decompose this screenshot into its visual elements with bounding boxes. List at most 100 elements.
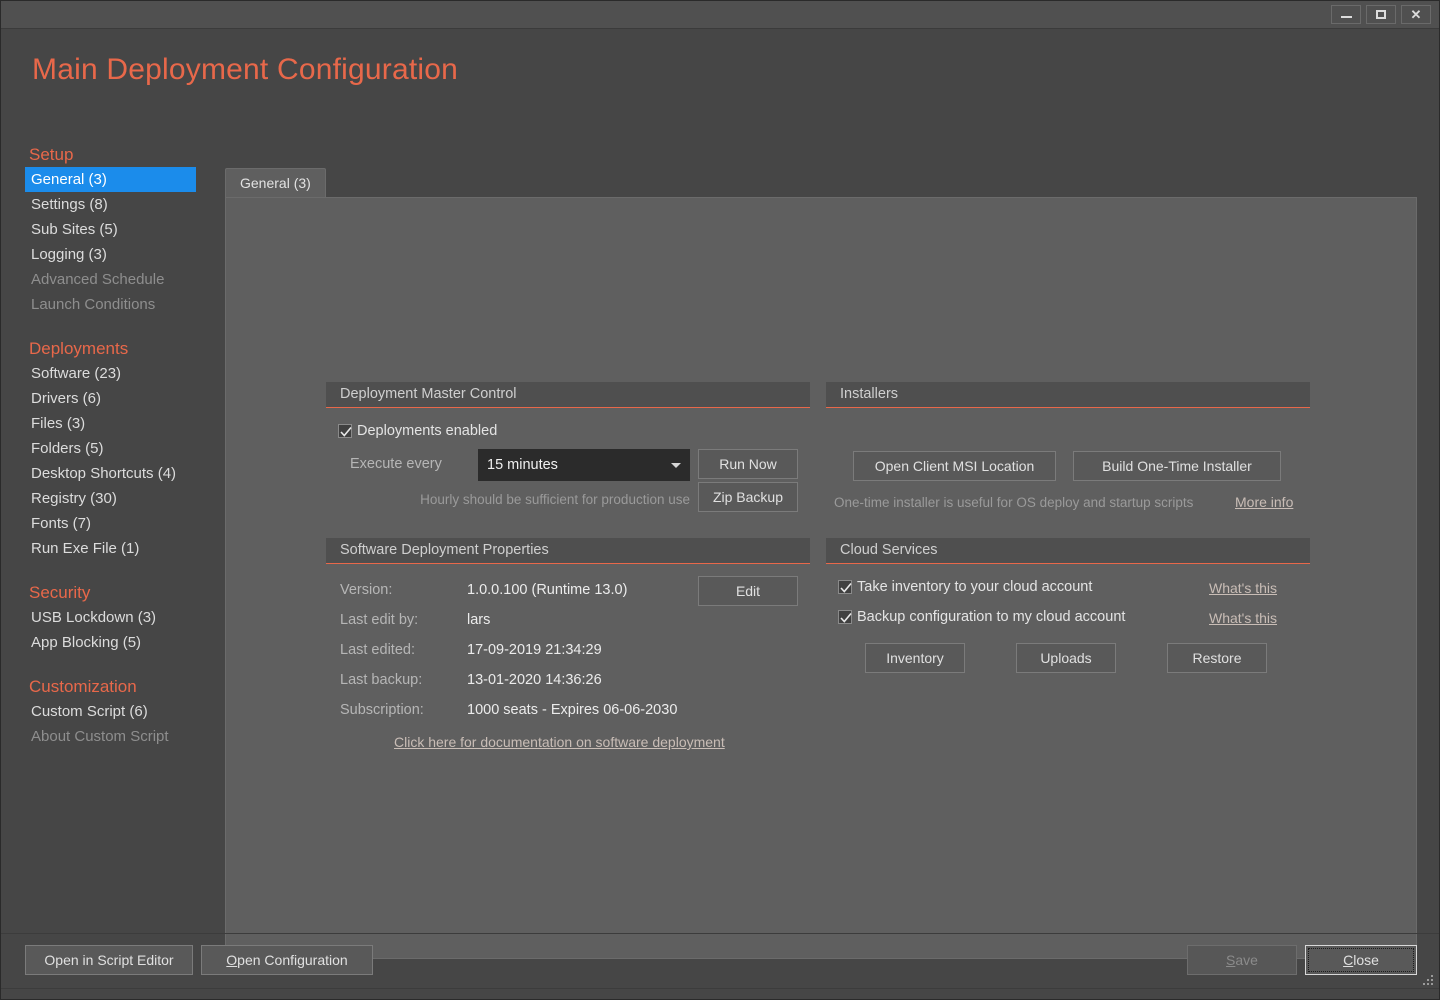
minimize-button[interactable]	[1331, 5, 1361, 24]
deployments-enabled-label: Deployments enabled	[357, 423, 498, 439]
run-now-button[interactable]: Run Now	[698, 449, 798, 479]
whats-this-link-backup[interactable]: What's this	[1209, 610, 1277, 626]
sidebar-item-settings[interactable]: Settings (8)	[25, 192, 215, 217]
sidebar-item-desktop-shortcuts[interactable]: Desktop Shortcuts (4)	[25, 461, 215, 486]
version-label: Version:	[340, 582, 393, 598]
open-configuration-label-rest: pen Configuration	[237, 952, 348, 968]
group-body: Open Client MSI Location Build One-Time …	[826, 408, 1310, 528]
checkmark-icon	[840, 582, 852, 593]
edit-button[interactable]: Edit	[698, 576, 798, 606]
save-label-rest: ave	[1235, 952, 1258, 968]
sidebar-item-registry[interactable]: Registry (30)	[25, 486, 215, 511]
close-window-button[interactable]: ✕	[1401, 5, 1431, 24]
page-title: Main Deployment Configuration	[32, 53, 459, 86]
application-window: ✕ Main Deployment Configuration Setup Ge…	[0, 0, 1440, 1000]
sidebar-item-run-exe-file[interactable]: Run Exe File (1)	[25, 536, 215, 561]
uploads-button[interactable]: Uploads	[1016, 643, 1116, 673]
group-body: Edit Version: 1.0.0.100 (Runtime 13.0) L…	[326, 564, 810, 764]
chevron-down-icon	[671, 463, 681, 468]
sidebar-section-title: Deployments	[29, 339, 129, 358]
backup-configuration-row[interactable]: Backup configuration to my cloud account	[838, 609, 1125, 625]
accelerator-key: O	[226, 952, 238, 968]
close-button[interactable]: Close	[1305, 945, 1417, 975]
maximize-button[interactable]	[1366, 5, 1396, 24]
restore-button[interactable]: Restore	[1167, 643, 1267, 673]
save-button: Save	[1187, 945, 1297, 975]
sidebar-section-title: Setup	[29, 145, 74, 164]
last-backup-value: 13-01-2020 14:36:26	[467, 672, 602, 688]
sidebar-section-title: Security	[29, 583, 91, 602]
minimize-icon	[1340, 16, 1352, 18]
sidebar-item-files[interactable]: Files (3)	[25, 411, 215, 436]
sidebar-item-custom-script[interactable]: Custom Script (6)	[25, 699, 215, 724]
window-body: Main Deployment Configuration Setup Gene…	[1, 29, 1439, 959]
deployments-enabled-row[interactable]: Deployments enabled	[338, 423, 810, 439]
deployments-enabled-checkbox[interactable]	[338, 424, 352, 438]
group-deployment-master-control: Deployment Master Control Deployments en…	[326, 382, 810, 523]
title-bar: ✕	[1, 1, 1439, 29]
close-label-rest: lose	[1353, 952, 1379, 968]
documentation-link[interactable]: Click here for documentation on software…	[394, 734, 725, 750]
sidebar-section-security: Security USB Lockdown (3) App Blocking (…	[25, 579, 215, 655]
sidebar-item-app-blocking[interactable]: App Blocking (5)	[25, 630, 215, 655]
accelerator-key: C	[1343, 952, 1354, 968]
installers-body: Open Client MSI Location Build One-Time …	[826, 418, 1310, 528]
open-in-script-editor-button[interactable]: Open in Script Editor	[25, 945, 193, 975]
sidebar-item-general[interactable]: General (3)	[25, 167, 196, 192]
close-icon: ✕	[1410, 7, 1422, 22]
group-title: Deployment Master Control	[326, 382, 810, 408]
take-inventory-checkbox[interactable]	[838, 580, 852, 594]
sidebar-item-fonts[interactable]: Fonts (7)	[25, 511, 215, 536]
sidebar-item-advanced-schedule: Advanced Schedule	[31, 271, 165, 288]
open-client-msi-location-button[interactable]: Open Client MSI Location	[853, 451, 1056, 481]
last-edited-value: 17-09-2019 21:34:29	[467, 642, 602, 658]
subscription-label: Subscription:	[340, 702, 424, 718]
footer-divider	[1, 988, 1439, 989]
backup-configuration-checkbox[interactable]	[838, 610, 852, 624]
sidebar-item-logging[interactable]: Logging (3)	[25, 242, 215, 267]
installers-hint: One-time installer is useful for OS depl…	[834, 495, 1194, 510]
content-panel: Deployment Master Control Deployments en…	[225, 197, 1417, 959]
tab-general[interactable]: General (3)	[225, 168, 326, 198]
group-body: Deployments enabled Execute every 15 min…	[326, 408, 810, 523]
last-edit-by-value: lars	[467, 612, 491, 628]
sidebar-item-folders[interactable]: Folders (5)	[25, 436, 215, 461]
sidebar-item-drivers[interactable]: Drivers (6)	[25, 386, 215, 411]
sidebar-section-customization: Customization Custom Script (6) About Cu…	[25, 673, 215, 749]
sidebar-section-setup: Setup General (3) Settings (8) Sub Sites…	[25, 141, 215, 317]
open-configuration-button[interactable]: Open Configuration	[201, 945, 373, 975]
sidebar-item-usb-lockdown[interactable]: USB Lockdown (3)	[25, 605, 215, 630]
last-backup-label: Last backup:	[340, 672, 423, 688]
execute-every-row: Execute every 15 minutes Run Now Hourly …	[326, 449, 810, 523]
sidebar-section-deployments: Deployments Software (23) Drivers (6) Fi…	[25, 335, 215, 561]
execute-every-label: Execute every	[350, 456, 442, 472]
backup-configuration-label: Backup configuration to my cloud account	[857, 609, 1126, 625]
sidebar-item-launch-conditions: Launch Conditions	[31, 296, 156, 313]
sidebar-item-software[interactable]: Software (23)	[25, 361, 215, 386]
take-inventory-label: Take inventory to your cloud account	[857, 579, 1093, 595]
resize-grip-icon[interactable]	[1419, 971, 1433, 985]
cloud-services-body: Take inventory to your cloud account Wha…	[826, 574, 1310, 694]
execute-interval-select[interactable]: 15 minutes	[478, 449, 690, 481]
inventory-button[interactable]: Inventory	[865, 643, 965, 673]
group-title: Cloud Services	[826, 538, 1310, 564]
last-edited-label: Last edited:	[340, 642, 415, 658]
take-inventory-row[interactable]: Take inventory to your cloud account	[838, 579, 1092, 595]
checkmark-icon	[340, 426, 352, 437]
properties-body: Edit Version: 1.0.0.100 (Runtime 13.0) L…	[326, 574, 810, 764]
build-one-time-installer-button[interactable]: Build One-Time Installer	[1073, 451, 1281, 481]
sidebar-item-sub-sites[interactable]: Sub Sites (5)	[25, 217, 215, 242]
more-info-link[interactable]: More info	[1235, 494, 1293, 510]
zip-backup-button[interactable]: Zip Backup	[698, 482, 798, 512]
subscription-value: 1000 seats - Expires 06-06-2030	[467, 702, 678, 718]
sidebar-item-about-custom-script: About Custom Script	[31, 728, 169, 745]
group-installers: Installers Open Client MSI Location Buil…	[826, 382, 1310, 528]
checkmark-icon	[840, 612, 852, 623]
whats-this-link-inventory[interactable]: What's this	[1209, 580, 1277, 596]
execute-interval-value: 15 minutes	[487, 457, 558, 473]
accelerator-key: S	[1226, 952, 1236, 968]
group-body: Take inventory to your cloud account Wha…	[826, 564, 1310, 694]
